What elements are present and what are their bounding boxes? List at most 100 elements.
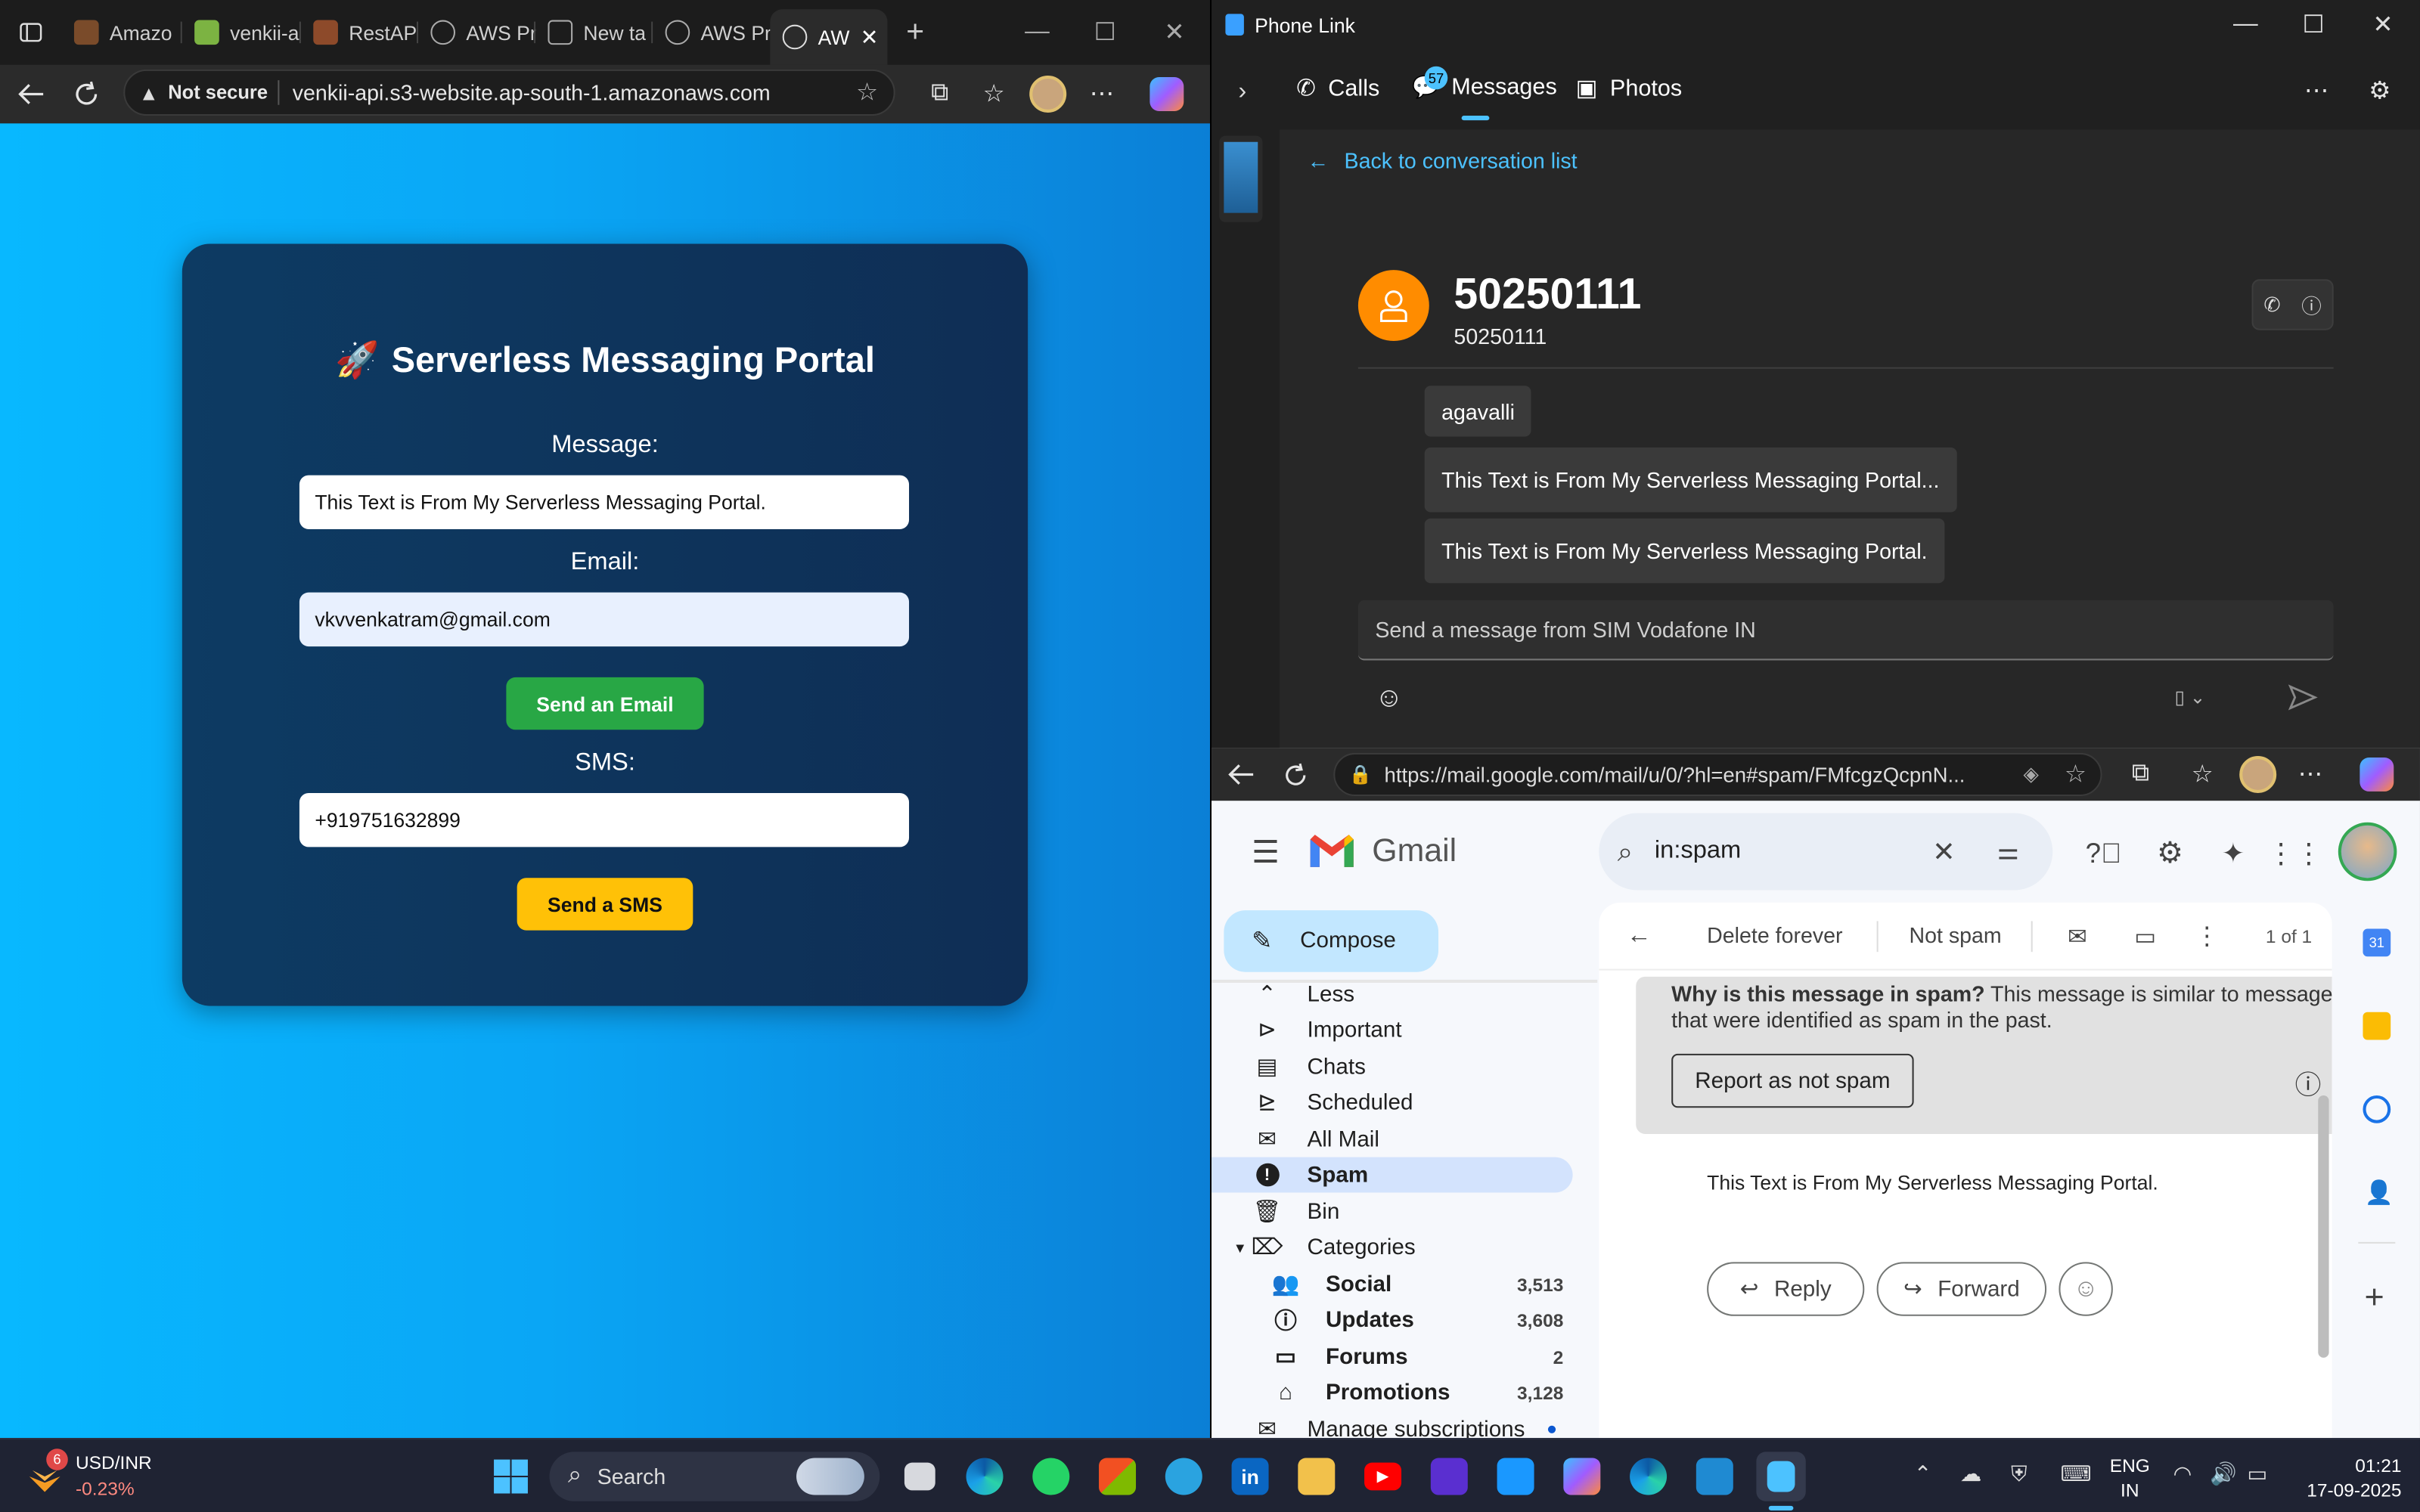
- settings-gear-icon[interactable]: ⚙: [2361, 74, 2398, 108]
- favorites-icon[interactable]: ☆: [2186, 758, 2220, 792]
- clear-search-icon[interactable]: ✕: [1932, 835, 1956, 868]
- info-icon[interactable]: ⓘ: [2295, 1063, 2322, 1101]
- microsoft-store-icon[interactable]: [1093, 1452, 1142, 1501]
- add-app-icon[interactable]: +: [2365, 1278, 2384, 1318]
- ticker-name[interactable]: USD/INR: [76, 1452, 152, 1473]
- scrollbar[interactable]: [2318, 1095, 2329, 1358]
- settings-gear-icon[interactable]: ⚙: [2152, 835, 2189, 872]
- more-icon[interactable]: ⋯: [2294, 758, 2328, 792]
- sidebar-item-categories[interactable]: ▼ ⌦ Categories: [1224, 1230, 1572, 1266]
- browser-tab[interactable]: RestAPI: [301, 9, 419, 55]
- new-tab-button[interactable]: +: [887, 0, 942, 65]
- search-input[interactable]: in:spam: [1655, 838, 1741, 866]
- send-email-button[interactable]: Send an Email: [506, 677, 704, 730]
- minimize-icon[interactable]: —: [1019, 0, 1056, 65]
- maximize-icon[interactable]: ☐: [1087, 0, 1124, 65]
- emoji-reaction-button[interactable]: ☺: [2059, 1262, 2113, 1316]
- forward-button[interactable]: ↪ Forward: [1876, 1262, 2047, 1316]
- keyboard-icon[interactable]: ⌨: [2060, 1461, 2091, 1488]
- sidebar-item-important[interactable]: ⊳ Important: [1224, 1012, 1572, 1048]
- compose-button[interactable]: ✎ Compose: [1224, 910, 1439, 972]
- profile-avatar[interactable]: [1029, 75, 1067, 113]
- refresh-icon[interactable]: [1278, 758, 1312, 792]
- url-text[interactable]: https://mail.google.com/mail/u/0/?hl=en#…: [1385, 763, 1965, 786]
- compose-message-input[interactable]: Send a message from SIM Vodafone IN: [1357, 600, 2334, 661]
- search-bar[interactable]: ⌕ in:spam ✕ ⚌: [1599, 813, 2053, 891]
- keep-icon[interactable]: [2363, 1012, 2391, 1040]
- not-spam-button[interactable]: Not spam: [1909, 922, 2001, 947]
- amazon-music-icon[interactable]: [1425, 1452, 1474, 1501]
- telegram-icon[interactable]: [1159, 1452, 1208, 1501]
- file-explorer-icon[interactable]: [1292, 1452, 1341, 1501]
- whatsapp-icon[interactable]: [1026, 1452, 1075, 1501]
- browser-tab[interactable]: New ta: [535, 9, 653, 55]
- help-icon[interactable]: ?⃝: [2085, 835, 2122, 872]
- security-label[interactable]: Not secure: [168, 82, 268, 104]
- browser-tab[interactable]: AWS Pr: [418, 9, 536, 55]
- info-icon[interactable]: ⓘ: [2301, 290, 2322, 320]
- task-view-icon[interactable]: [895, 1452, 945, 1501]
- hamburger-menu-icon[interactable]: ☰: [1249, 835, 1283, 869]
- show-hidden-icons[interactable]: ⌃: [1914, 1461, 1932, 1488]
- contact-actions[interactable]: ✆ ⓘ: [2251, 279, 2334, 330]
- call-icon[interactable]: ✆: [2263, 293, 2280, 318]
- maximize-icon[interactable]: ☐: [2295, 6, 2332, 43]
- sidebar-item-all-mail[interactable]: ✉ All Mail: [1224, 1122, 1572, 1157]
- extensions-icon[interactable]: ⧉: [921, 77, 958, 111]
- tasks-icon[interactable]: [2363, 1095, 2391, 1123]
- copilot-icon[interactable]: [1557, 1452, 1606, 1501]
- apps-grid-icon[interactable]: ⋮⋮: [2267, 835, 2322, 872]
- back-arrow-icon[interactable]: ←: [1624, 921, 1655, 952]
- search-options-icon[interactable]: ⚌: [1997, 836, 2019, 867]
- mark-unread-icon[interactable]: ✉: [2062, 921, 2093, 952]
- message-input[interactable]: This Text is From My Serverless Messagin…: [299, 475, 910, 529]
- more-icon[interactable]: ⋯: [2298, 74, 2335, 108]
- security-icon[interactable]: ⛨: [2011, 1461, 2027, 1488]
- gemini-icon[interactable]: ✦: [2215, 835, 2252, 872]
- copilot-icon[interactable]: [2360, 758, 2394, 792]
- close-tab-icon[interactable]: ✕: [861, 24, 879, 51]
- read-aloud-icon[interactable]: ◈: [2023, 762, 2038, 787]
- category-promotions[interactable]: ⌂ Promotions 3,128: [1243, 1374, 1563, 1410]
- back-icon[interactable]: [1224, 758, 1258, 792]
- more-icon[interactable]: ⋯: [1084, 77, 1121, 111]
- back-to-list-link[interactable]: ← Back to conversation list: [1308, 148, 1578, 173]
- reply-button[interactable]: ↩ Reply: [1707, 1262, 1865, 1316]
- back-icon[interactable]: [12, 77, 49, 111]
- browser-tab[interactable]: venkii-a: [182, 9, 301, 55]
- sidebar-item-spam[interactable]: ! Spam: [1212, 1157, 1573, 1193]
- category-social[interactable]: 👥 Social 3,513: [1243, 1266, 1564, 1302]
- wifi-icon[interactable]: ◠: [2173, 1461, 2192, 1488]
- star-icon[interactable]: ☆: [2065, 759, 2086, 790]
- browser-tab[interactable]: AWS Pr: [653, 9, 770, 55]
- favorites-icon[interactable]: ☆: [976, 77, 1013, 111]
- onedrive-icon[interactable]: ☁: [1960, 1461, 1982, 1488]
- contacts-icon[interactable]: 👤: [2365, 1179, 2394, 1207]
- gmail-logo-icon[interactable]: [1308, 830, 1357, 870]
- sidebar-item-bin[interactable]: 🗑 Bin: [1224, 1194, 1572, 1230]
- nav-photos[interactable]: ▣ Photos: [1576, 74, 1683, 102]
- conversation-list-collapsed[interactable]: [1219, 135, 1263, 222]
- browser-tab-active[interactable]: AW ✕: [770, 9, 888, 65]
- sim-selector-icon[interactable]: ▯ ⌄: [2159, 680, 2221, 714]
- sidebar-item-scheduled[interactable]: ⊵ Scheduled: [1224, 1085, 1572, 1120]
- taskbar-search[interactable]: ⌕ Search: [549, 1452, 880, 1501]
- calendar-icon[interactable]: 31: [2363, 928, 2391, 957]
- url-text[interactable]: venkii-api.s3-website.ap-south-1.amazona…: [293, 80, 771, 105]
- sidebar-item-less[interactable]: ⌃ Less: [1224, 977, 1572, 1012]
- volume-icon[interactable]: 🔊: [2210, 1461, 2237, 1488]
- account-avatar[interactable]: [2338, 822, 2397, 881]
- sidebar-item-manage-subscriptions[interactable]: ✉ Manage subscriptions: [1224, 1411, 1572, 1438]
- edge-icon[interactable]: [960, 1452, 1009, 1501]
- emoji-icon[interactable]: ☺: [1372, 680, 1406, 714]
- minimize-icon[interactable]: —: [2227, 6, 2264, 43]
- sidebar-item-chats[interactable]: ▤ Chats: [1224, 1049, 1572, 1085]
- send-icon[interactable]: [2282, 680, 2322, 714]
- browser-tab[interactable]: Amazo: [62, 9, 182, 55]
- extensions-icon[interactable]: ⧉: [2124, 758, 2158, 792]
- start-button[interactable]: [486, 1452, 535, 1501]
- search-icon[interactable]: ⌕: [1618, 835, 1634, 868]
- refresh-icon[interactable]: [68, 77, 105, 111]
- report-not-spam-button[interactable]: Report as not spam: [1671, 1053, 1914, 1108]
- battery-icon[interactable]: ▭: [2247, 1461, 2267, 1488]
